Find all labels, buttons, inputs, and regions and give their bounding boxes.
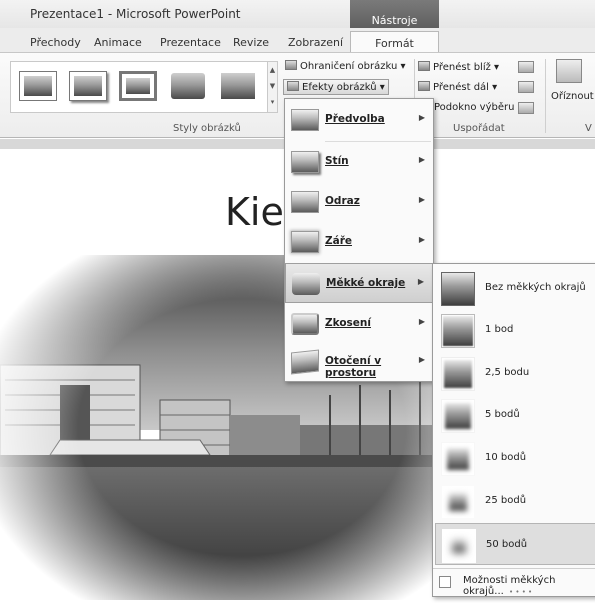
picture-tools-context-tab: Nástroje obrázku [350,0,439,40]
menu-item-label: Otočení v prostoru [325,355,382,379]
menu-item-label: Měkké okraje [326,277,406,289]
soft-edge-preview-icon [441,485,475,519]
soft-edge-preview-icon [441,399,475,433]
resize-grip-icon[interactable]: • • • • [509,588,532,596]
soft-edge-options-icon [439,576,451,588]
option-label: 10 bodů [485,452,527,463]
menu-item-label: Záře [325,235,352,247]
tab-animations[interactable]: Animace [94,36,142,49]
selection-pane-button[interactable]: Podokno výběru [434,102,514,113]
soft-edge-preview-icon [441,357,475,391]
style-thumbnail[interactable] [69,71,107,101]
menu-item-label: Zkosení [325,317,371,329]
tab-slideshow[interactable]: Prezentace [160,36,221,49]
send-backward-button[interactable]: Přenést dál ▾ [418,81,497,93]
tab-review[interactable]: Revize [233,36,269,49]
group-separator [545,59,546,133]
option-label: 25 bodů [485,495,527,506]
picture-styles-label: Styly obrázků [173,123,241,134]
soft-edge-preview-icon [441,314,475,348]
soft-edge-options-item[interactable]: Možnosti měkkých okrajů... • • • • [433,568,595,597]
picture-effects-button[interactable]: Efekty obrázků ▾ [283,79,389,95]
picture-border-button[interactable]: Ohraničení obrázku ▾ [285,60,406,72]
soft-edge-preview-icon [442,529,476,563]
send-backward-icon [418,81,430,91]
style-thumbnail[interactable] [19,71,57,101]
picture-effects-menu: Předvolba ▶ Stín ▶ Odraz ▶ Záře ▶ Měkké … [284,98,434,382]
size-group-label: V [585,123,592,134]
soft-edges-submenu: Bez měkkých okrajů 1 bod 2,5 bodu 5 bodů… [432,263,595,597]
tab-format[interactable]: Formát [350,31,439,54]
style-thumbnail[interactable] [219,71,257,101]
option-label: 1 bod [485,324,514,335]
group-icon[interactable] [518,81,534,93]
soft-edge-option-25pt[interactable]: 25 bodů [435,480,595,522]
menu-item-reflection[interactable]: Odraz ▶ [285,182,433,222]
pencil-icon [285,60,297,70]
submenu-arrow-icon: ▶ [418,355,425,364]
title-bar: Prezentace1 - Microsoft PowerPoint [0,0,595,28]
menu-item-label: Stín [325,155,349,167]
submenu-arrow-icon: ▶ [418,155,425,164]
menu-item-3d-rotation[interactable]: Otočení v prostoru ▶ [285,342,433,382]
reflection-icon [291,191,319,213]
ribbon-tab-row: Přechody Animace Prezentace Revize Zobra… [0,28,595,54]
3d-rotation-icon [291,349,319,375]
style-thumbnail[interactable] [169,71,207,101]
submenu-arrow-icon: ▶ [418,317,425,326]
arrange-label: Uspořádat [453,123,505,134]
effects-icon [287,81,299,91]
window-title: Prezentace1 - Microsoft PowerPoint [30,7,241,21]
menu-item-bevel[interactable]: Zkosení ▶ [285,304,433,344]
menu-item-soft-edges[interactable]: Měkké okraje ▶ [285,263,433,303]
tab-transitions[interactable]: Přechody [30,36,81,49]
menu-item-preset[interactable]: Předvolba ▶ [285,100,433,140]
submenu-arrow-icon: ▶ [418,113,425,122]
style-thumbnail[interactable] [119,71,157,101]
soft-edge-preview-icon [441,442,475,476]
soft-edge-option-none[interactable]: Bez měkkých okrajů [435,267,595,309]
option-label: 50 bodů [486,539,528,550]
menu-item-label: Předvolba [325,113,385,125]
bring-forward-button[interactable]: Přenést blíž ▾ [418,61,499,73]
tab-view[interactable]: Zobrazení [288,36,343,49]
crop-icon[interactable] [556,59,582,83]
bevel-icon [291,313,319,335]
submenu-arrow-icon: ▶ [418,195,425,204]
option-label: 2,5 bodu [485,367,530,378]
menu-item-shadow[interactable]: Stín ▶ [285,142,433,182]
align-icon[interactable] [518,61,534,73]
menu-item-glow[interactable]: Záře ▶ [285,222,433,262]
soft-edges-icon [292,273,320,295]
submenu-arrow-icon: ▶ [417,277,424,286]
option-label: 5 bodů [485,409,520,420]
soft-edge-option-10pt[interactable]: 10 bodů [435,437,595,479]
soft-edge-option-50pt[interactable]: 50 bodů [435,523,595,565]
shadow-icon [291,151,319,173]
menu-item-label: Odraz [325,195,360,207]
crop-button[interactable]: Oříznout [551,91,594,102]
submenu-arrow-icon: ▶ [418,235,425,244]
option-label: Bez měkkých okrajů [485,282,586,293]
glow-icon [291,231,319,253]
gallery-scroll[interactable]: ▲ ▼ ▾ [267,62,277,112]
preset-icon [291,109,319,131]
soft-edge-preview-icon [441,272,475,306]
soft-edge-option-1pt[interactable]: 1 bod [435,309,595,351]
soft-edge-option-5pt[interactable]: 5 bodů [435,394,595,436]
picture-styles-gallery: ▲ ▼ ▾ [10,61,278,113]
bring-forward-icon [418,61,430,71]
soft-edge-option-2-5pt[interactable]: 2,5 bodu [435,352,595,394]
rotate-icon[interactable] [518,102,534,114]
